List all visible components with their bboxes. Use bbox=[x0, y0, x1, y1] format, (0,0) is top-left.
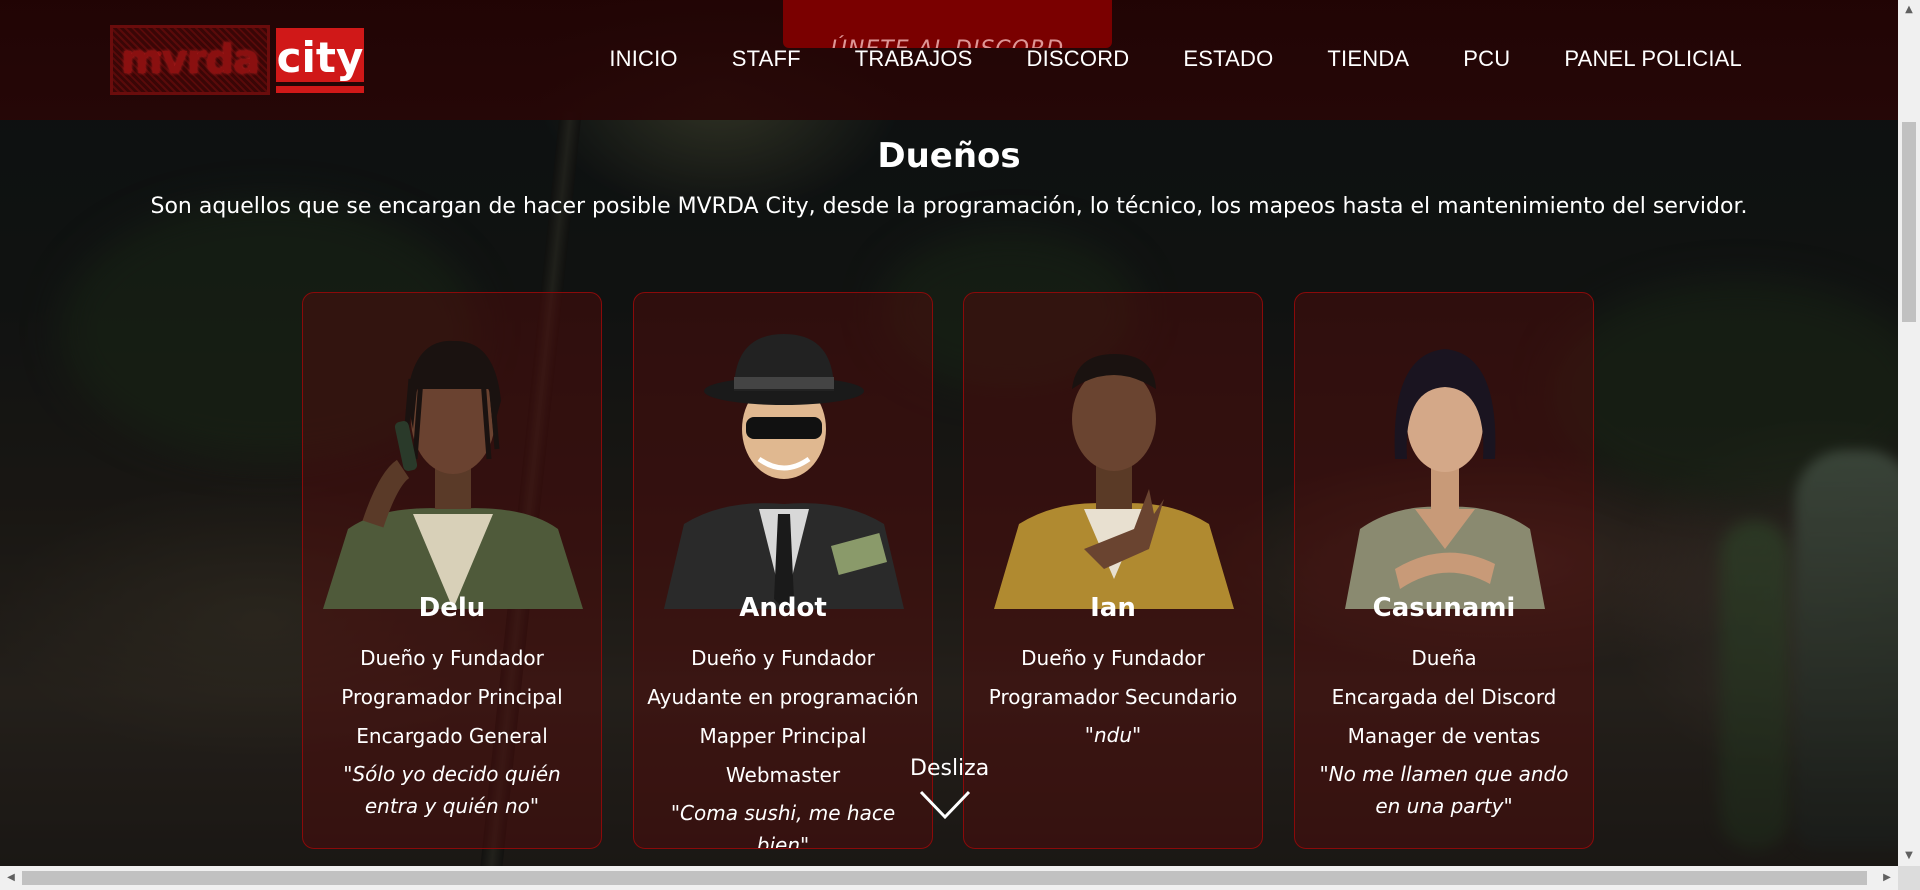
portrait-andot bbox=[664, 334, 904, 609]
owner-role: Encargada del Discord bbox=[1331, 685, 1557, 709]
nav-staff[interactable]: STAFF bbox=[705, 46, 828, 72]
scroll-hint-label: Desliza bbox=[910, 756, 990, 781]
main-nav: INICIO STAFF TRABAJOS DISCORD ESTADO TIE… bbox=[582, 46, 1742, 72]
owner-role: Programador Secundario bbox=[988, 685, 1238, 709]
scroll-right-arrow-icon[interactable]: ▶ bbox=[1876, 866, 1898, 890]
section-description: Son aquellos que se encargan de hacer po… bbox=[150, 194, 1748, 219]
nav-trabajos[interactable]: TRABAJOS bbox=[828, 46, 1000, 72]
owner-name: Ian bbox=[1090, 593, 1136, 623]
chevron-down-icon bbox=[919, 790, 971, 820]
owner-card-ian: Ian Dueño y Fundador Programador Secunda… bbox=[963, 292, 1263, 849]
portrait-ian bbox=[994, 354, 1234, 609]
vertical-scroll-thumb[interactable] bbox=[1902, 122, 1916, 322]
owner-card-andot: Andot Dueño y Fundador Ayudante en progr… bbox=[633, 292, 933, 849]
scrollbar-corner bbox=[1898, 866, 1920, 890]
owner-name: Delu bbox=[418, 593, 486, 623]
vertical-scrollbar[interactable]: ▲ ▼ bbox=[1898, 0, 1920, 866]
owner-quote: "Coma sushi, me hace bien" bbox=[670, 801, 896, 849]
owner-role: Encargado General bbox=[356, 724, 548, 748]
logo-city: city bbox=[276, 25, 364, 95]
owner-role: Dueño y Fundador bbox=[360, 646, 544, 670]
scroll-down-arrow-icon[interactable]: ▼ bbox=[1898, 846, 1920, 866]
nav-estado[interactable]: ESTADO bbox=[1156, 46, 1300, 72]
nav-discord[interactable]: DISCORD bbox=[1000, 46, 1157, 72]
owner-role: Programador Principal bbox=[341, 685, 563, 709]
logo-mvrda: mvrda bbox=[110, 25, 270, 95]
owner-quote: "No me llamen que ando en una party" bbox=[1319, 762, 1569, 818]
owner-card-casunami: Casunami Dueña Encargada del Discord Man… bbox=[1294, 292, 1594, 849]
scroll-up-arrow-icon[interactable]: ▲ bbox=[1898, 0, 1920, 20]
portrait-casunami bbox=[1345, 349, 1545, 609]
nav-pcu[interactable]: PCU bbox=[1436, 46, 1537, 72]
owner-role: Dueño y Fundador bbox=[1021, 646, 1205, 670]
owner-role: Webmaster bbox=[725, 763, 841, 787]
nav-tienda[interactable]: TIENDA bbox=[1300, 46, 1436, 72]
owner-role: Dueña bbox=[1411, 646, 1477, 670]
nav-inicio[interactable]: INICIO bbox=[582, 46, 704, 72]
owner-role: Dueño y Fundador bbox=[691, 646, 875, 670]
nav-panel-policial[interactable]: PANEL POLICIAL bbox=[1537, 46, 1742, 72]
owner-quote: "Sólo yo decido quién entra y quién no" bbox=[343, 762, 561, 818]
scroll-hint[interactable]: Desliza bbox=[910, 756, 990, 821]
owner-quote: "ndu" bbox=[1084, 723, 1142, 747]
discord-banner-button[interactable]: ÚNETE AL DISCORD bbox=[783, 0, 1112, 48]
owner-name: Andot bbox=[739, 593, 827, 623]
horizontal-scrollbar[interactable]: ◀ ▶ bbox=[0, 866, 1898, 890]
scroll-left-arrow-icon[interactable]: ◀ bbox=[0, 866, 22, 890]
site-header: ÚNETE AL DISCORD mvrda city INICIO STAFF… bbox=[0, 0, 1898, 120]
portrait-delu bbox=[323, 340, 583, 609]
owner-role: Mapper Principal bbox=[699, 724, 867, 748]
owner-card-delu: Delu Dueño y Fundador Programador Princi… bbox=[302, 292, 602, 849]
owner-role: Manager de ventas bbox=[1347, 724, 1541, 748]
section-title: Dueños bbox=[877, 136, 1021, 176]
horizontal-scroll-thumb[interactable] bbox=[22, 871, 1867, 885]
site-logo[interactable]: mvrda city bbox=[110, 22, 364, 98]
owner-role: Ayudante en programación bbox=[647, 685, 919, 709]
owner-name: Casunami bbox=[1372, 593, 1516, 623]
